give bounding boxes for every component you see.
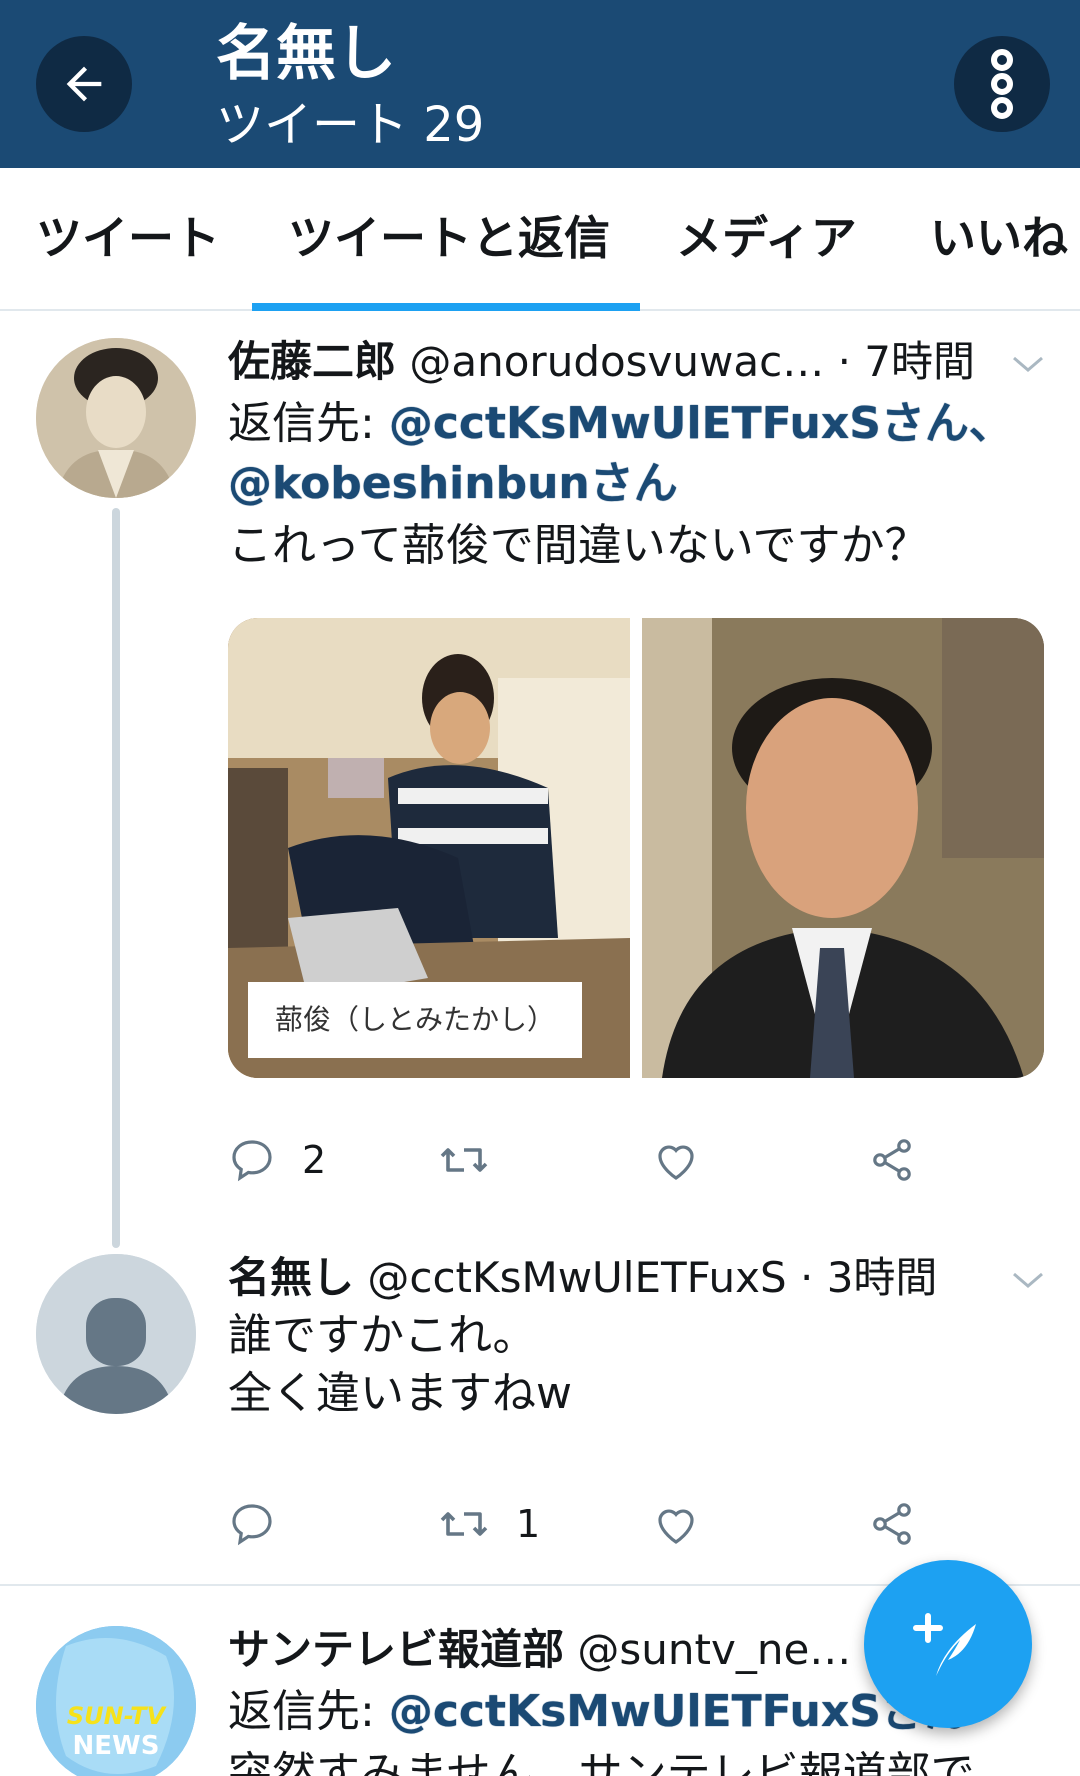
user-handle[interactable]: @anorudosvuwac…: [409, 337, 824, 386]
compose-tweet-button[interactable]: [864, 1560, 1032, 1728]
reply-icon: [232, 1140, 272, 1182]
like-button[interactable]: [652, 1494, 726, 1554]
tab-likes[interactable]: いいね: [930, 208, 1068, 268]
avatar-portrait-image: [36, 338, 196, 498]
reply-to-line-2: @kobeshinbunさん: [228, 454, 678, 514]
more-vertical-icon: [991, 49, 1013, 119]
back-button[interactable]: [36, 36, 132, 132]
reply-to-line: 返信先: @cctKsMwUlETFuxSさん: [228, 1682, 969, 1742]
share-button[interactable]: [868, 1130, 916, 1190]
tweet-photo[interactable]: [642, 618, 1044, 1078]
tweet-text-line: 誰ですかこれ。: [228, 1310, 537, 1361]
tweet-header: 名無し @cctKsMwUlETFuxS · 3時間: [228, 1250, 937, 1306]
tweet-text: これって蔀俊で間違いないですか？: [228, 520, 929, 571]
tweet-item[interactable]: 佐藤二郎 @anorudosvuwac… · 7時間 返信先: @cctKsMw…: [0, 312, 1080, 1248]
avatar[interactable]: [36, 338, 196, 498]
reply-button[interactable]: 2: [228, 1130, 326, 1190]
retweet-button[interactable]: 1: [438, 1494, 540, 1554]
retweet-button[interactable]: [438, 1130, 516, 1190]
tweet-text: 突然すみません。サンテレビ報道部で: [228, 1748, 975, 1776]
chevron-down-icon[interactable]: [1010, 352, 1046, 376]
thread-connector-line: [112, 508, 120, 1248]
svg-text:NEWS: NEWS: [73, 1731, 160, 1761]
reply-mention-link[interactable]: @kobeshinbunさん: [228, 458, 678, 509]
tweet-photo[interactable]: 蔀俊（しとみたかし）: [228, 618, 630, 1078]
tab-tweets[interactable]: ツイート: [36, 208, 220, 268]
user-display-name[interactable]: 名無し: [228, 1253, 354, 1302]
retweet-icon: [440, 1512, 488, 1536]
tweet-item[interactable]: 名無し @cctKsMwUlETFuxS · 3時間 誰ですかこれ。 全く違いま…: [0, 1244, 1080, 1584]
share-icon: [873, 1503, 911, 1545]
tweet-header: サンテレビ報道部 @suntv_ne…: [228, 1622, 851, 1678]
tweet-media-grid: 蔀俊（しとみたかし）: [228, 618, 1044, 1078]
avatar[interactable]: [36, 1254, 196, 1414]
reply-mention-link[interactable]: @cctKsMwUlETFuxSさん、: [389, 398, 1013, 449]
user-handle[interactable]: @suntv_ne…: [577, 1625, 851, 1674]
tweet-count-subtitle: ツイート 29: [216, 97, 485, 153]
top-app-bar: 名無し ツイート 29: [0, 0, 1080, 168]
active-tab-indicator: [252, 303, 640, 311]
profile-tabs: ツイート ツイートと返信 メディア いいね: [0, 168, 1080, 311]
reply-to-label: 返信先:: [228, 1686, 375, 1737]
tweet-actions: 2: [228, 1130, 1048, 1190]
tweet-header: 佐藤二郎 @anorudosvuwac… · 7時間: [228, 334, 975, 390]
reply-to-line: 返信先: @cctKsMwUlETFuxSさん、: [228, 394, 1013, 454]
image-caption: 蔀俊（しとみたかし）: [248, 982, 582, 1058]
reply-icon: [232, 1504, 272, 1546]
arrow-left-icon: [66, 66, 102, 102]
svg-text:SUN-TV: SUN-TV: [67, 1702, 168, 1730]
retweet-icon: [440, 1148, 488, 1172]
retweet-count: 1: [516, 1502, 541, 1546]
tweet-timestamp: · 3時間: [800, 1253, 938, 1302]
tweet-actions: 1: [228, 1494, 1048, 1554]
photo-man-in-suit-image: [642, 618, 1044, 1078]
tab-media[interactable]: メディア: [676, 208, 857, 268]
tweet-text-line: 全く違いますねw: [228, 1368, 572, 1419]
more-options-button[interactable]: [954, 36, 1050, 132]
compose-feather-icon: [913, 1613, 976, 1676]
tweet-timestamp: · 7時間: [837, 337, 976, 386]
reply-to-label: 返信先:: [228, 398, 375, 449]
heart-icon: [658, 1145, 694, 1180]
user-display-name[interactable]: サンテレビ報道部: [228, 1625, 564, 1674]
chevron-down-icon[interactable]: [1010, 1268, 1046, 1292]
user-handle[interactable]: @cctKsMwUlETFuxS: [367, 1253, 786, 1302]
share-button[interactable]: [868, 1494, 916, 1554]
share-icon: [873, 1139, 911, 1181]
avatar[interactable]: SUN-TV NEWS: [36, 1626, 196, 1776]
reply-count: 2: [302, 1138, 327, 1182]
profile-name-title: 名無し: [216, 19, 396, 89]
user-display-name[interactable]: 佐藤二郎: [228, 337, 396, 386]
default-avatar-icon: [36, 1254, 196, 1414]
suntv-news-logo: SUN-TV NEWS: [36, 1626, 196, 1776]
heart-icon: [658, 1509, 694, 1544]
reply-button[interactable]: [228, 1494, 302, 1554]
like-button[interactable]: [652, 1130, 726, 1190]
tab-tweets-and-replies[interactable]: ツイートと返信: [288, 208, 610, 268]
